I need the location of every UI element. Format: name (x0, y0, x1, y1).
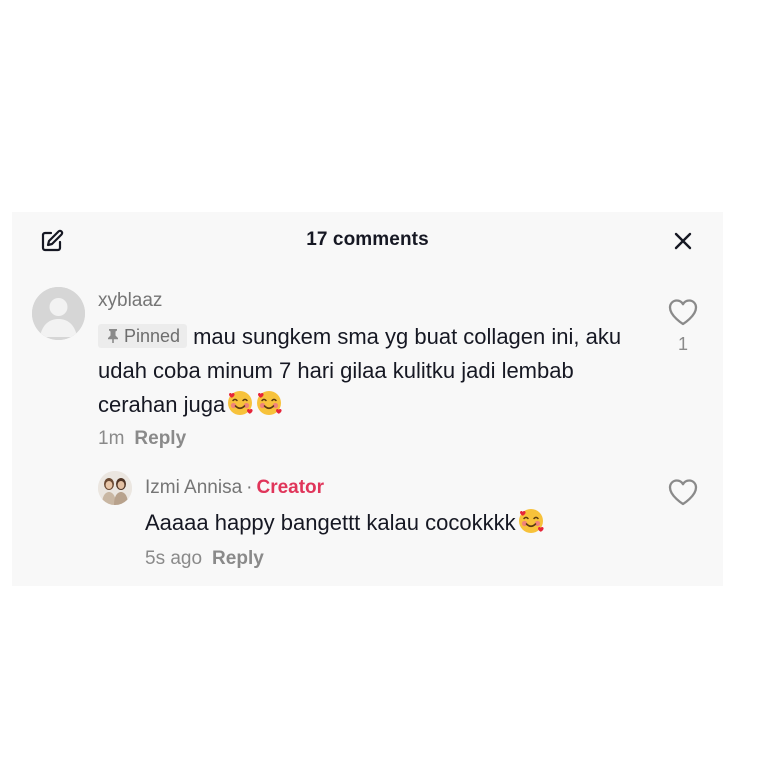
comments-count-title: 17 comments (306, 229, 429, 250)
close-icon[interactable] (671, 229, 695, 253)
smiling-face-with-hearts-icon (518, 509, 544, 533)
comment-body: Pinned mau sungkem sma yg buat collagen i… (98, 320, 658, 422)
smiling-face-with-hearts-icon (228, 391, 253, 415)
creator-avatar[interactable] (98, 471, 132, 505)
reply-like-heart-icon[interactable] (667, 477, 699, 507)
like-heart-icon[interactable] (667, 297, 699, 327)
separator-dot: · (246, 477, 253, 498)
pinned-label: Pinned (124, 326, 181, 346)
reply-body: Aaaaa happy bangettt kalau cocokkkk (145, 506, 545, 540)
avatar[interactable] (32, 287, 85, 340)
reply-meta: 5s ago Reply (145, 548, 264, 570)
comment-time: 1m (98, 428, 125, 449)
like-count: 1 (677, 334, 688, 354)
reply-user-line: Izmi Annisa · Creator (145, 477, 324, 499)
reply-reply-button[interactable]: Reply (212, 548, 264, 569)
creator-badge: Creator (256, 477, 325, 498)
comment-reply-button[interactable]: Reply (134, 428, 186, 449)
comment-username[interactable]: xyblaaz (98, 290, 162, 312)
comment-meta: 1m Reply (98, 428, 186, 450)
reply-username[interactable]: Izmi Annisa (145, 477, 242, 498)
profile-photo-icon (98, 471, 132, 505)
reply-text: Aaaaa happy bangettt kalau cocokkkk (145, 510, 516, 535)
reply-time: 5s ago (145, 548, 203, 569)
pinned-badge: Pinned (98, 324, 188, 348)
smiling-face-with-hearts-icon (257, 391, 282, 415)
pin-icon (108, 329, 118, 343)
default-avatar-icon (32, 287, 85, 340)
